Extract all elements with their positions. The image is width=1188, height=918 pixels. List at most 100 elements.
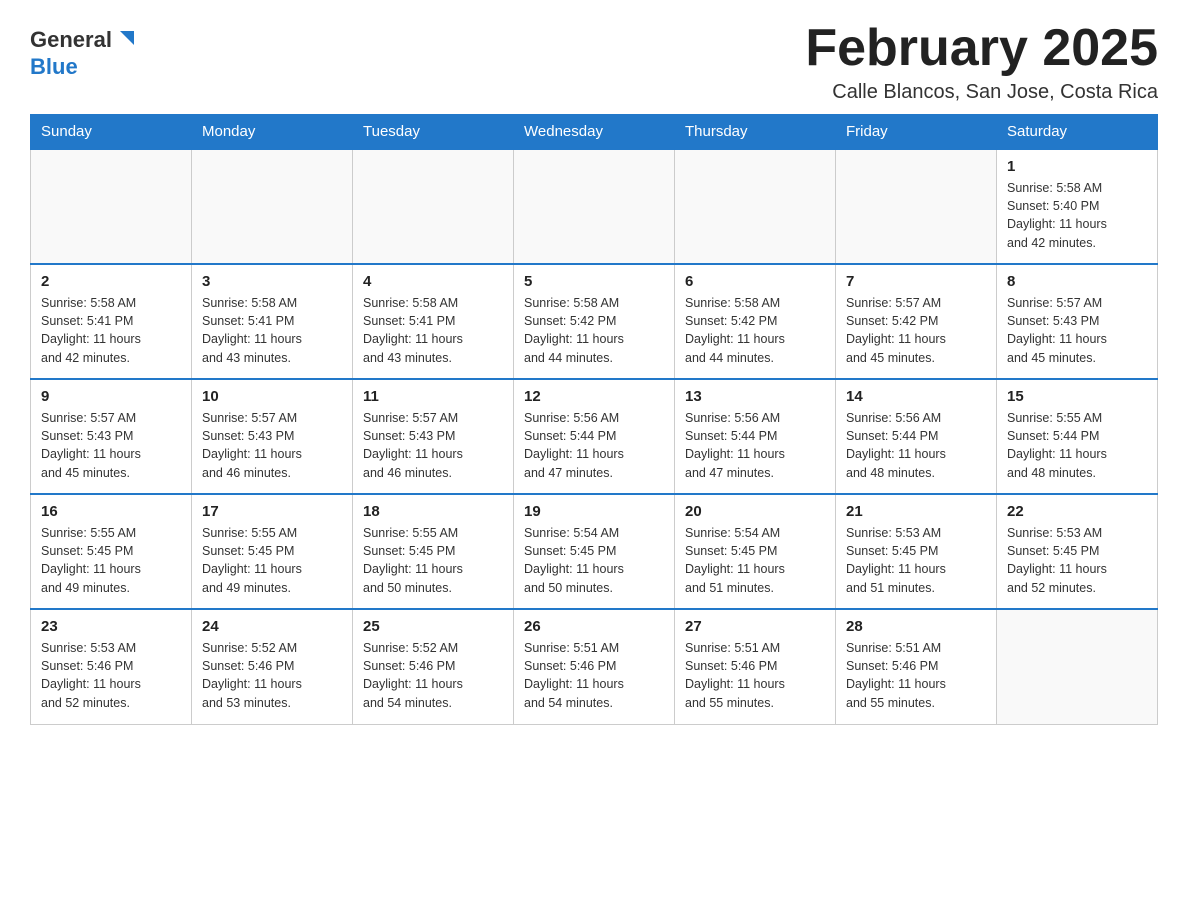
logo: General Blue	[30, 20, 138, 80]
day-info: Sunrise: 5:51 AMSunset: 5:46 PMDaylight:…	[685, 639, 825, 712]
day-info: Sunrise: 5:58 AMSunset: 5:41 PMDaylight:…	[202, 294, 342, 367]
calendar-cell: 13 Sunrise: 5:56 AMSunset: 5:44 PMDayligh…	[675, 379, 836, 494]
calendar-cell: 8 Sunrise: 5:57 AMSunset: 5:43 PMDaylight…	[997, 264, 1158, 379]
calendar-cell: 14Sunrise: 5:56 AMSunset: 5:44 PMDayligh…	[836, 379, 997, 494]
day-number: 11	[363, 388, 503, 405]
logo-blue-text: Blue	[30, 54, 78, 80]
calendar-cell: 24 Sunrise: 5:52 AMSunset: 5:46 PMDayligh…	[192, 609, 353, 724]
day-number: 13	[685, 388, 825, 405]
calendar-cell: 16 Sunrise: 5:55 AMSunset: 5:45 PMDayligh…	[31, 494, 192, 609]
day-info: Sunrise: 5:55 AMSunset: 5:45 PMDaylight:…	[41, 524, 181, 597]
calendar-cell	[997, 609, 1158, 724]
day-number: 6	[685, 273, 825, 290]
day-number: 24	[202, 618, 342, 635]
calendar-cell: 4Sunrise: 5:58 AMSunset: 5:41 PMDaylight…	[353, 264, 514, 379]
calendar-cell	[31, 149, 192, 264]
weekday-header-row: Sunday Monday Tuesday Wednesday Thursday…	[31, 115, 1158, 150]
day-info: Sunrise: 5:53 AMSunset: 5:45 PMDaylight:…	[846, 524, 986, 597]
day-info: Sunrise: 5:57 AMSunset: 5:43 PMDaylight:…	[1007, 294, 1147, 367]
day-info: Sunrise: 5:58 AMSunset: 5:41 PMDaylight:…	[363, 294, 503, 367]
day-number: 17	[202, 503, 342, 520]
day-number: 7	[846, 273, 986, 290]
day-info: Sunrise: 5:52 AMSunset: 5:46 PMDaylight:…	[363, 639, 503, 712]
logo-triangle-icon	[116, 27, 138, 49]
location-text: Calle Blancos, San Jose, Costa Rica	[805, 81, 1158, 104]
day-info: Sunrise: 5:55 AMSunset: 5:44 PMDaylight:…	[1007, 409, 1147, 482]
calendar-cell: 12Sunrise: 5:56 AMSunset: 5:44 PMDayligh…	[514, 379, 675, 494]
day-info: Sunrise: 5:53 AMSunset: 5:46 PMDaylight:…	[41, 639, 181, 712]
day-info: Sunrise: 5:57 AMSunset: 5:43 PMDaylight:…	[363, 409, 503, 482]
day-number: 9	[41, 388, 181, 405]
day-info: Sunrise: 5:54 AMSunset: 5:45 PMDaylight:…	[524, 524, 664, 597]
header-wednesday: Wednesday	[514, 115, 675, 150]
day-number: 12	[524, 388, 664, 405]
calendar-cell	[192, 149, 353, 264]
header-friday: Friday	[836, 115, 997, 150]
day-info: Sunrise: 5:53 AMSunset: 5:45 PMDaylight:…	[1007, 524, 1147, 597]
calendar-cell: 7 Sunrise: 5:57 AMSunset: 5:42 PMDaylight…	[836, 264, 997, 379]
day-number: 3	[202, 273, 342, 290]
calendar-cell: 2 Sunrise: 5:58 AMSunset: 5:41 PMDaylight…	[31, 264, 192, 379]
calendar-cell: 1 Sunrise: 5:58 AMSunset: 5:40 PMDaylight…	[997, 149, 1158, 264]
calendar-cell: 23 Sunrise: 5:53 AMSunset: 5:46 PMDayligh…	[31, 609, 192, 724]
title-area: February 2025 Calle Blancos, San Jose, C…	[805, 20, 1158, 104]
day-number: 20	[685, 503, 825, 520]
calendar-cell	[514, 149, 675, 264]
day-info: Sunrise: 5:54 AMSunset: 5:45 PMDaylight:…	[685, 524, 825, 597]
calendar-cell: 27 Sunrise: 5:51 AMSunset: 5:46 PMDayligh…	[675, 609, 836, 724]
header-sunday: Sunday	[31, 115, 192, 150]
day-info: Sunrise: 5:57 AMSunset: 5:43 PMDaylight:…	[202, 409, 342, 482]
calendar-cell: 5 Sunrise: 5:58 AMSunset: 5:42 PMDaylight…	[514, 264, 675, 379]
header-monday: Monday	[192, 115, 353, 150]
day-info: Sunrise: 5:58 AMSunset: 5:42 PMDaylight:…	[685, 294, 825, 367]
calendar-cell	[353, 149, 514, 264]
day-info: Sunrise: 5:56 AMSunset: 5:44 PMDaylight:…	[846, 409, 986, 482]
day-number: 21	[846, 503, 986, 520]
calendar-cell: 20 Sunrise: 5:54 AMSunset: 5:45 PMDayligh…	[675, 494, 836, 609]
day-number: 22	[1007, 503, 1147, 520]
day-info: Sunrise: 5:57 AMSunset: 5:42 PMDaylight:…	[846, 294, 986, 367]
calendar-week-row: 1 Sunrise: 5:58 AMSunset: 5:40 PMDaylight…	[31, 149, 1158, 264]
calendar-cell: 10 Sunrise: 5:57 AMSunset: 5:43 PMDayligh…	[192, 379, 353, 494]
day-info: Sunrise: 5:51 AMSunset: 5:46 PMDaylight:…	[846, 639, 986, 712]
day-info: Sunrise: 5:58 AMSunset: 5:41 PMDaylight:…	[41, 294, 181, 367]
day-info: Sunrise: 5:56 AMSunset: 5:44 PMDaylight:…	[685, 409, 825, 482]
calendar-cell: 28Sunrise: 5:51 AMSunset: 5:46 PMDayligh…	[836, 609, 997, 724]
day-number: 1	[1007, 158, 1147, 175]
header-saturday: Saturday	[997, 115, 1158, 150]
day-number: 15	[1007, 388, 1147, 405]
day-info: Sunrise: 5:52 AMSunset: 5:46 PMDaylight:…	[202, 639, 342, 712]
calendar-cell: 6 Sunrise: 5:58 AMSunset: 5:42 PMDaylight…	[675, 264, 836, 379]
day-number: 2	[41, 273, 181, 290]
day-info: Sunrise: 5:58 AMSunset: 5:42 PMDaylight:…	[524, 294, 664, 367]
day-number: 27	[685, 618, 825, 635]
calendar-table: Sunday Monday Tuesday Wednesday Thursday…	[30, 114, 1158, 725]
calendar-cell: 18 Sunrise: 5:55 AMSunset: 5:45 PMDayligh…	[353, 494, 514, 609]
calendar-cell	[836, 149, 997, 264]
calendar-week-row: 16 Sunrise: 5:55 AMSunset: 5:45 PMDayligh…	[31, 494, 1158, 609]
page-header: General Blue February 2025 Calle Blancos…	[30, 20, 1158, 104]
calendar-cell: 3 Sunrise: 5:58 AMSunset: 5:41 PMDaylight…	[192, 264, 353, 379]
day-info: Sunrise: 5:58 AMSunset: 5:40 PMDaylight:…	[1007, 179, 1147, 252]
day-number: 26	[524, 618, 664, 635]
calendar-cell: 21 Sunrise: 5:53 AMSunset: 5:45 PMDayligh…	[836, 494, 997, 609]
calendar-cell: 11 Sunrise: 5:57 AMSunset: 5:43 PMDayligh…	[353, 379, 514, 494]
calendar-cell: 19Sunrise: 5:54 AMSunset: 5:45 PMDayligh…	[514, 494, 675, 609]
calendar-cell: 15 Sunrise: 5:55 AMSunset: 5:44 PMDayligh…	[997, 379, 1158, 494]
day-number: 5	[524, 273, 664, 290]
day-number: 8	[1007, 273, 1147, 290]
day-info: Sunrise: 5:51 AMSunset: 5:46 PMDaylight:…	[524, 639, 664, 712]
calendar-cell: 9Sunrise: 5:57 AMSunset: 5:43 PMDaylight…	[31, 379, 192, 494]
day-number: 18	[363, 503, 503, 520]
day-number: 23	[41, 618, 181, 635]
calendar-week-row: 23 Sunrise: 5:53 AMSunset: 5:46 PMDayligh…	[31, 609, 1158, 724]
day-info: Sunrise: 5:55 AMSunset: 5:45 PMDaylight:…	[363, 524, 503, 597]
header-tuesday: Tuesday	[353, 115, 514, 150]
calendar-cell: 17Sunrise: 5:55 AMSunset: 5:45 PMDayligh…	[192, 494, 353, 609]
calendar-cell: 25Sunrise: 5:52 AMSunset: 5:46 PMDayligh…	[353, 609, 514, 724]
day-number: 10	[202, 388, 342, 405]
calendar-cell: 26 Sunrise: 5:51 AMSunset: 5:46 PMDayligh…	[514, 609, 675, 724]
day-number: 16	[41, 503, 181, 520]
header-thursday: Thursday	[675, 115, 836, 150]
calendar-cell	[675, 149, 836, 264]
